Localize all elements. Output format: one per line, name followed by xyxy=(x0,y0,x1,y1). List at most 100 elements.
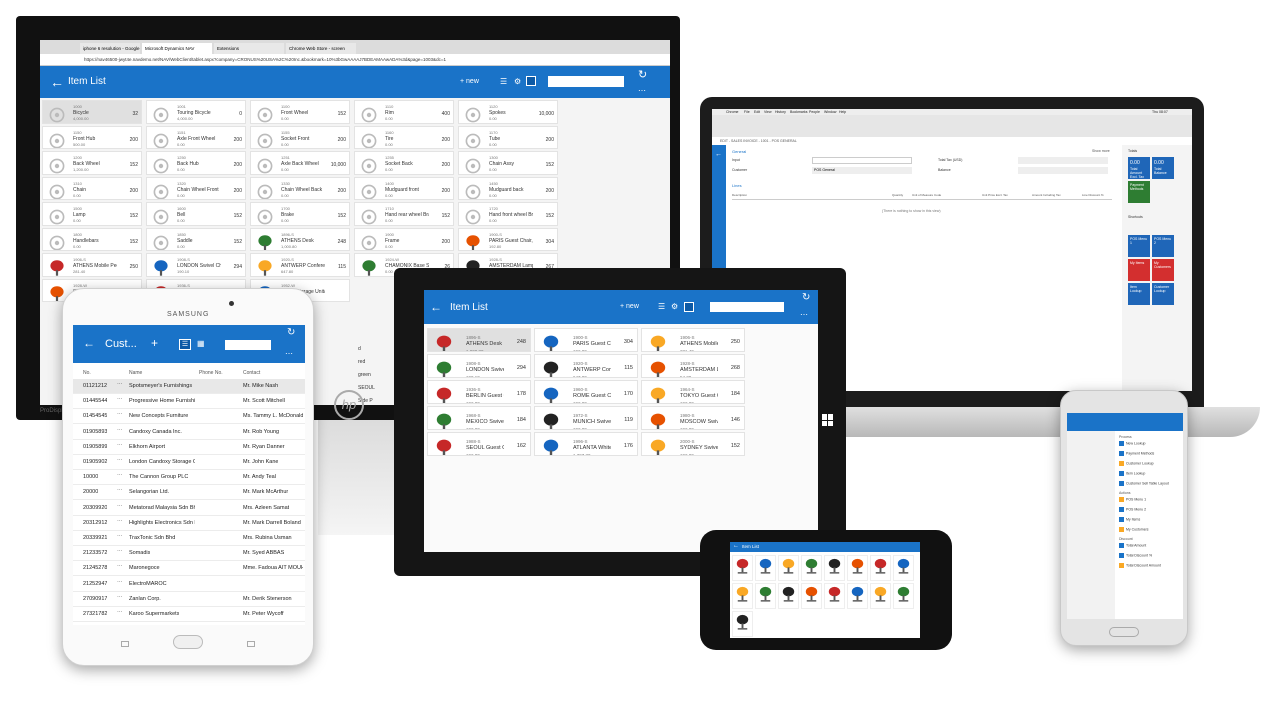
menu-action-item[interactable]: Item Lookup xyxy=(1119,471,1181,480)
row-more-icon[interactable]: ⋯ xyxy=(117,473,123,479)
menu-action-item[interactable]: Total Discount % xyxy=(1119,553,1181,562)
factbox-tile[interactable]: 0.00 Total Balance xyxy=(1152,157,1174,179)
item-tile[interactable]: 1250 Back Hub 0.00 200 xyxy=(146,151,246,175)
menu-item[interactable]: Edit xyxy=(754,110,760,114)
item-tile[interactable]: 1110 Rim 0.00 400 xyxy=(354,100,454,124)
browser-tab[interactable]: Extensions xyxy=(214,43,284,54)
tile-view-icon[interactable]: ▦ xyxy=(197,339,205,348)
factbox-tile[interactable]: My Customers xyxy=(1152,259,1174,281)
menu-item[interactable]: History xyxy=(775,110,786,114)
item-image-tile[interactable] xyxy=(732,583,753,609)
menu-action-item[interactable]: Payment Methods xyxy=(1119,451,1181,460)
item-tile[interactable]: 1800 Handlebars 0.00 152 xyxy=(42,227,142,251)
refresh-icon[interactable]: ↻ xyxy=(287,327,295,338)
menu-item[interactable]: File xyxy=(744,110,750,114)
item-tile[interactable]: 1720Hand front wheel Brake0.00 152 xyxy=(458,202,558,226)
item-tile[interactable]: 1310 Chain 0.00 200 xyxy=(42,176,142,200)
item-tile[interactable]: 1900-SPARIS Guest Chair, black192.80 304 xyxy=(458,227,558,251)
item-tile[interactable]: 1988-SSEOUL Guest Chair, red 192.80 162 xyxy=(427,432,531,456)
menu-item[interactable]: Bookmarks xyxy=(790,110,808,114)
table-row[interactable]: 01445544 Progressive Home Furnishin... Mr.… xyxy=(73,394,305,410)
col-phone[interactable]: Phone No. xyxy=(199,370,223,376)
table-row[interactable]: 20339921 TraxTonic Sdn Bhd Mrs. Rubina Usm… xyxy=(73,531,305,546)
table-row[interactable]: 27090917 Zanlan Corp. Mr. Derik Stenerson ⋯ xyxy=(73,592,305,607)
item-image-tile[interactable] xyxy=(893,555,914,581)
factbox-tile[interactable]: POS Menu 2 xyxy=(1152,235,1174,257)
more-icon[interactable]: ⋯ xyxy=(638,86,646,95)
row-more-icon[interactable]: ⋯ xyxy=(117,443,123,449)
item-tile[interactable]: 1700 Brake 0.00 152 xyxy=(250,202,350,226)
table-row[interactable]: 01905899 Elkhorn Airport Mr. Ryan Danner ⋯ xyxy=(73,440,305,455)
item-image-tile[interactable] xyxy=(778,555,799,581)
item-tile[interactable]: 1968-SMEXICO Swivel Chair, black 192.80 18… xyxy=(427,406,531,430)
table-row[interactable]: 21233572 Somadis Mr. Syed ABBAS ⋯ xyxy=(73,546,305,562)
item-image-tile[interactable] xyxy=(847,583,868,609)
input-field[interactable] xyxy=(812,157,912,164)
item-tile[interactable]: 1320 Chain Wheel Front 0.00 200 xyxy=(146,176,246,200)
more-icon[interactable]: ⋯ xyxy=(285,349,293,358)
list-view-icon[interactable]: ☰ xyxy=(500,77,507,86)
rail-back-icon[interactable]: ← xyxy=(715,151,722,158)
factbox-tile[interactable]: Customer Lookup xyxy=(1152,283,1174,305)
item-tile[interactable]: 1251 Axle Back Wheel 0.00 10,000 xyxy=(250,151,350,175)
row-more-icon[interactable]: ⋯ xyxy=(117,412,123,418)
row-more-icon[interactable]: ⋯ xyxy=(117,504,123,510)
menu-action-item[interactable]: POS Menu 2 xyxy=(1119,507,1181,516)
item-tile[interactable]: 1155 Socket Front 0.00 200 xyxy=(250,125,350,149)
home-button[interactable] xyxy=(1109,627,1139,637)
item-tile[interactable]: 1600 Bell 0.00 152 xyxy=(146,202,246,226)
item-tile[interactable]: 1850 Saddle 0.00 152 xyxy=(146,227,246,251)
list-view-icon[interactable]: ☰ xyxy=(179,339,191,350)
table-row[interactable]: 20312912 Highlights Electronics Sdn B... M… xyxy=(73,516,305,531)
row-more-icon[interactable]: ⋯ xyxy=(117,488,123,494)
item-tile[interactable]: 1330 Chain Wheel Back 0.00 200 xyxy=(250,176,350,200)
table-row[interactable]: 21252947 ElectroMAROC ⋯ xyxy=(73,577,305,592)
item-image-tile[interactable] xyxy=(755,555,776,581)
factbox-tile[interactable]: Item Lookup xyxy=(1128,283,1150,305)
item-tile[interactable]: 1980-SMOSCOW Swivel Chair, red 192.80 146 xyxy=(641,406,745,430)
filter-icon[interactable]: ⚙ xyxy=(671,302,678,311)
search-input[interactable] xyxy=(710,302,784,312)
row-more-icon[interactable]: ⋯ xyxy=(117,549,123,555)
row-more-icon[interactable]: ⋯ xyxy=(117,458,123,464)
row-more-icon[interactable]: ⋯ xyxy=(117,580,123,586)
item-tile[interactable]: 1001 Touring Bicycle 4,000.00 0 xyxy=(146,100,246,124)
item-image-tile[interactable] xyxy=(801,583,822,609)
row-more-icon[interactable]: ⋯ xyxy=(117,397,123,403)
home-button[interactable] xyxy=(173,635,203,649)
item-tile[interactable]: 1300 Chain Assy 0.00 152 xyxy=(458,151,558,175)
browser-tab[interactable]: Chrome Web Store - screen xyxy=(286,43,356,54)
item-tile[interactable]: 1900 Frame 0.00 200 xyxy=(354,227,454,251)
item-tile[interactable]: 1960-SROME Guest Chair, green 192.80 170 xyxy=(534,380,638,404)
table-row[interactable]: 21245278 Maronegoce Mme. Fadoua AIT MOUH ⋯ xyxy=(73,561,305,577)
menu-action-item[interactable]: New Lookup xyxy=(1119,441,1181,450)
factbox-tile[interactable]: 0.00 Total Amount Excl. Tax xyxy=(1128,157,1150,179)
item-image-tile[interactable] xyxy=(870,583,891,609)
table-row[interactable]: 10000 The Cannon Group PLC Mr. Andy Teal ⋯ xyxy=(73,470,305,486)
tile-view-icon[interactable] xyxy=(684,302,694,312)
item-tile[interactable]: 1964-STOKYO Guest Chair, blue 192.80 184 xyxy=(641,380,745,404)
item-tile[interactable]: 1151 Axle Front Wheel 0.00 200 xyxy=(146,125,246,149)
item-image-tile[interactable] xyxy=(870,555,891,581)
filter-icon[interactable]: ⚙ xyxy=(514,77,521,86)
item-image-tile[interactable] xyxy=(801,555,822,581)
item-tile[interactable]: 2000-SSYDNEY Swivel Chair, green 192.80 15… xyxy=(641,432,745,456)
search-input[interactable] xyxy=(548,76,624,87)
menu-item[interactable]: View xyxy=(764,110,772,114)
new-button[interactable]: + new xyxy=(620,303,639,310)
new-button[interactable]: + new xyxy=(460,78,479,85)
item-tile[interactable]: 1255 Socket Back 0.00 200 xyxy=(354,151,454,175)
list-view-icon[interactable]: ☰ xyxy=(658,302,665,311)
col-contact[interactable]: Contact xyxy=(243,370,260,376)
col-no[interactable]: No. xyxy=(83,370,91,376)
menu-item[interactable]: Chrome xyxy=(726,110,738,114)
menu-item[interactable]: Help xyxy=(839,110,846,114)
menu-action-item[interactable]: My Customers xyxy=(1119,527,1181,536)
recent-key-icon[interactable] xyxy=(247,641,255,647)
item-image-tile[interactable] xyxy=(847,555,868,581)
item-tile[interactable]: 1906-SATHENS Mobile Pedestal281.40 250 xyxy=(42,253,142,277)
item-tile[interactable]: 1150 Front Hub 500.00 200 xyxy=(42,125,142,149)
item-tile[interactable]: 1972-SMUNICH Swivel Chair, yellow192.801… xyxy=(534,406,638,430)
item-tile[interactable]: 1450 Mudguard back 0.00 200 xyxy=(458,176,558,200)
menu-action-item[interactable]: Total Discount Amount xyxy=(1119,563,1181,572)
